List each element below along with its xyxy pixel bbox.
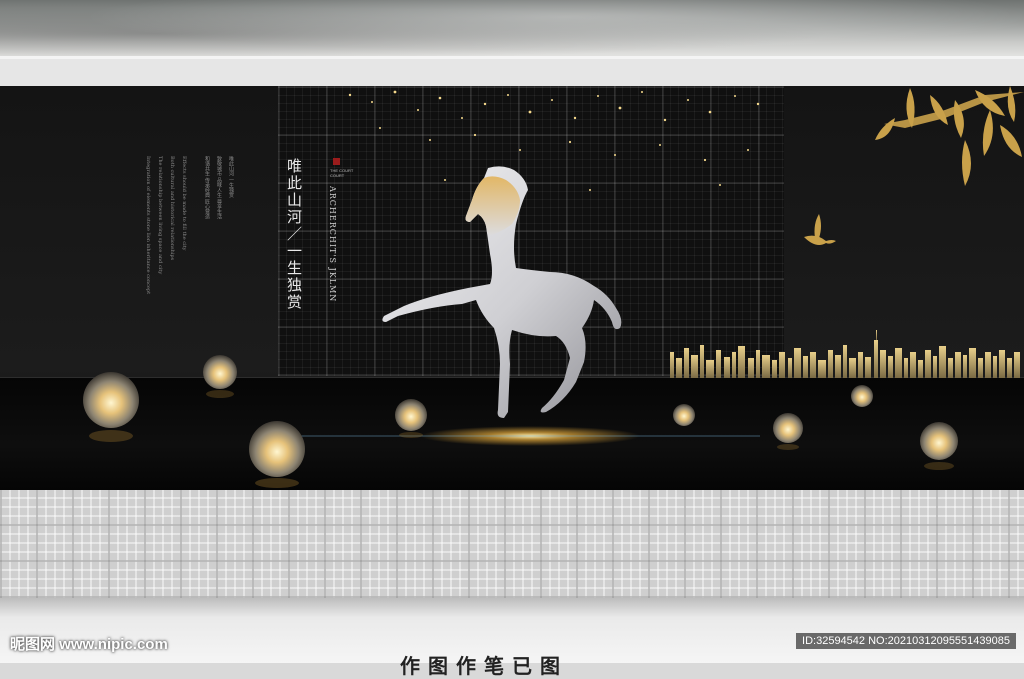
starry-sky-sparkles [348,90,760,191]
horse-sculpture [382,166,622,418]
lantern-ball [773,413,803,450]
lantern-ball [673,404,695,426]
watermark-id: ID:32594542 NO:20210312095551439085 [796,633,1016,649]
patterned-wall-grid [0,490,1024,598]
watermark-logo: 昵图网 www.nipic.com [10,636,168,653]
city-skyline [670,330,1020,378]
lantern-ball [851,385,873,407]
bird-icon [804,214,836,245]
lantern-ball [395,399,427,438]
lantern-ball [83,372,139,442]
bottom-caption: 作图作笔已图 [400,656,568,678]
lantern-ball [203,355,237,398]
lantern-ball [920,422,958,470]
lantern-ball [249,421,305,488]
bamboo-leaves [875,86,1024,186]
